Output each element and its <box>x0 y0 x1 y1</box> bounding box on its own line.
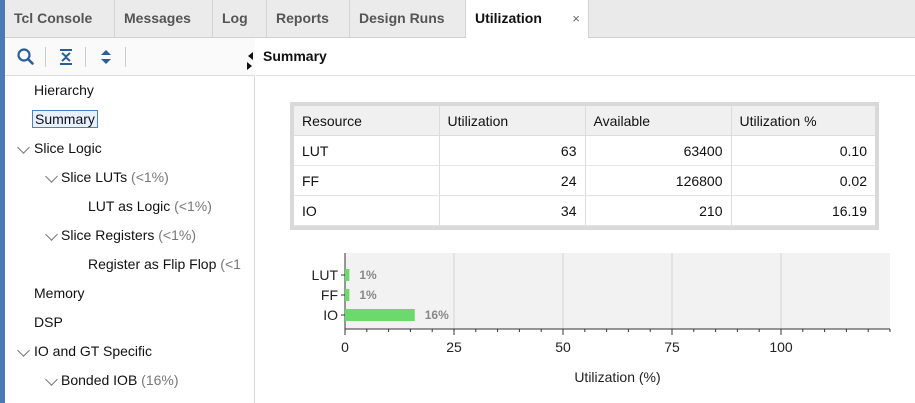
bar-value-label: 1% <box>359 268 377 282</box>
tree-item-slice-luts[interactable]: Slice LUTs (<1%) <box>61 165 169 189</box>
chevron-down-icon[interactable] <box>45 373 58 386</box>
tree-item-percent: (<1%) <box>174 198 212 214</box>
x-axis-label: Utilization (%) <box>574 369 660 385</box>
panel-collapse-handle[interactable] <box>246 46 254 72</box>
table-cell: 63400 <box>585 135 732 166</box>
tree-item-bonded-iob[interactable]: Bonded IOB (16%) <box>61 368 179 392</box>
summary-header: Summary <box>256 38 915 76</box>
tree-item-percent: (<1 <box>220 256 241 272</box>
column-header-utilization[interactable]: Utilization <box>439 106 586 136</box>
tab-log[interactable]: Log <box>213 0 267 37</box>
table-cell: 16.19 <box>731 195 875 226</box>
tree-item-dsp[interactable]: DSP <box>34 310 63 334</box>
y-tick-label: LUT <box>312 267 339 283</box>
y-tick-label: IO <box>323 307 338 323</box>
tree-item-lut-as-logic[interactable]: LUT as Logic (<1%) <box>88 194 212 218</box>
tree-item-hierarchy[interactable]: Hierarchy <box>34 78 94 102</box>
table-cell: FF <box>294 165 440 196</box>
x-tick-label: 25 <box>446 339 462 355</box>
bar-value-label: 16% <box>425 308 449 322</box>
bar-lut <box>345 269 350 281</box>
summary-table-frame: Resource Utilization Available Utilizati… <box>290 102 879 230</box>
search-icon[interactable] <box>15 46 37 68</box>
bar-io <box>345 309 415 321</box>
tree-toolbar <box>5 38 255 76</box>
table-cell: 63 <box>439 135 586 166</box>
tree-item-io-gt-specific[interactable]: IO and GT Specific <box>34 339 152 363</box>
tree-item-label: LUT as Logic <box>88 198 171 214</box>
page-title: Summary <box>263 48 327 64</box>
toolbar-separator <box>45 47 46 67</box>
tree-item-slice-logic[interactable]: Slice Logic <box>34 136 102 160</box>
tree-item-summary[interactable]: Summary <box>32 107 98 131</box>
table-cell: 126800 <box>585 165 732 196</box>
table-cell: 210 <box>585 195 732 226</box>
column-header-utilization-percent[interactable]: Utilization % <box>731 106 875 136</box>
bar-ff <box>345 289 350 301</box>
tab-utilization-label: Utilization <box>475 10 542 26</box>
column-header-resource[interactable]: Resource <box>294 106 440 136</box>
table-cell: 24 <box>439 165 586 196</box>
chevron-down-icon[interactable] <box>17 344 30 357</box>
tree-item-label: Slice Registers <box>61 227 155 243</box>
tree-item-label: Register as Flip Flop <box>88 256 217 272</box>
tab-messages[interactable]: Messages <box>115 0 213 37</box>
table-row[interactable]: LUT 63 63400 0.10 <box>294 135 875 166</box>
summary-table: Resource Utilization Available Utilizati… <box>294 106 875 226</box>
tree-item-label: Slice LUTs <box>61 169 128 185</box>
tree-item-memory[interactable]: Memory <box>34 281 85 305</box>
x-tick-label: 100 <box>769 339 793 355</box>
utilization-chart: 0 25 50 75 100 Utilization (%) LUT 1% FF 1% IO 16% <box>312 253 891 385</box>
collapse-all-icon[interactable] <box>55 46 77 68</box>
chevron-down-icon[interactable] <box>45 170 58 183</box>
x-tick-label: 0 <box>341 339 349 355</box>
toolbar-separator <box>85 47 86 67</box>
utilization-tree: Hierarchy Summary Slice Logic Slice LUTs… <box>5 76 255 403</box>
tab-utilization[interactable]: Utilization × <box>466 0 589 38</box>
toolbar-separator <box>125 47 126 67</box>
tab-design-runs[interactable]: Design Runs <box>350 0 466 37</box>
table-row[interactable]: IO 34 210 16.19 <box>294 195 875 226</box>
tree-item-register-as-flip-flop[interactable]: Register as Flip Flop (<1 <box>88 252 241 276</box>
chevron-down-icon[interactable] <box>17 141 30 154</box>
table-cell: 0.10 <box>731 135 875 166</box>
chevron-down-icon[interactable] <box>45 228 58 241</box>
tree-item-percent: (<1%) <box>131 169 169 185</box>
tab-reports[interactable]: Reports <box>267 0 350 37</box>
column-header-available[interactable]: Available <box>585 106 732 136</box>
tree-item-percent: (16%) <box>141 372 179 388</box>
table-header-row: Resource Utilization Available Utilizati… <box>294 106 875 136</box>
x-tick-label: 75 <box>664 339 680 355</box>
tab-bar: Tcl Console Messages Log Reports Design … <box>5 0 915 38</box>
y-tick-label: FF <box>321 287 338 303</box>
table-cell: LUT <box>294 135 440 166</box>
tree-item-summary-label: Summary <box>32 110 98 128</box>
table-row[interactable]: FF 24 126800 0.02 <box>294 165 875 196</box>
tree-item-percent: (<1%) <box>158 227 196 243</box>
tree-item-slice-registers[interactable]: Slice Registers (<1%) <box>61 223 196 247</box>
table-cell: IO <box>294 195 440 226</box>
utilization-panel: Tcl Console Messages Log Reports Design … <box>0 0 915 403</box>
table-cell: 34 <box>439 195 586 226</box>
tab-tcl-console[interactable]: Tcl Console <box>5 0 115 37</box>
tree-item-label: Bonded IOB <box>61 372 138 388</box>
expand-all-icon[interactable] <box>95 46 117 68</box>
x-tick-label: 50 <box>555 339 571 355</box>
close-icon[interactable]: × <box>572 0 580 37</box>
bar-value-label: 1% <box>359 288 377 302</box>
table-cell: 0.02 <box>731 165 875 196</box>
